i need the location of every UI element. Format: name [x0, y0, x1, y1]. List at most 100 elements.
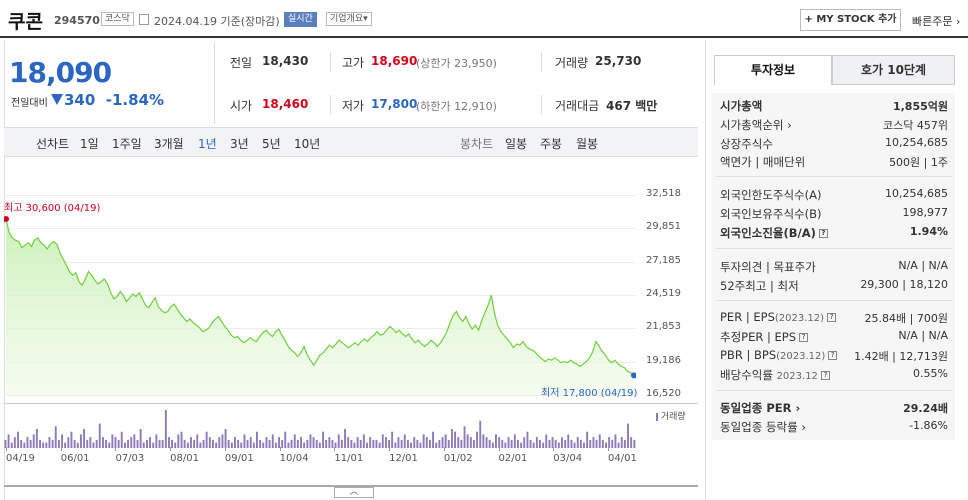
volume-value: 25,730 [595, 54, 642, 68]
volume-bar [586, 431, 589, 448]
x-tick-label: 09/01 [224, 453, 254, 464]
x-tick [608, 447, 609, 451]
volume-bar [102, 437, 104, 448]
volume-bar [564, 439, 567, 448]
x-tick [115, 447, 117, 451]
divider [214, 42, 215, 124]
volume-bar [171, 439, 173, 448]
volume-bar [146, 439, 148, 448]
period-1w[interactable]: 1주일 [112, 135, 142, 152]
quick-order-button[interactable]: 빠른주문 › [912, 13, 960, 29]
sector-change-label[interactable]: 동일업종 등락률 › [720, 419, 806, 435]
volume-bar [523, 437, 526, 448]
x-tick-label: 02/01 [498, 453, 528, 464]
volume-bar [303, 442, 306, 448]
market-cap-rank-label[interactable]: 시가총액순위 › [720, 117, 792, 133]
volume-bar [218, 437, 221, 448]
volume-bar [51, 439, 54, 448]
volume-bar [212, 439, 214, 448]
volume-bar [290, 439, 293, 448]
x-tick-label: 04/19 [6, 453, 35, 464]
divider [716, 390, 952, 391]
period-3y[interactable]: 3년 [230, 135, 249, 152]
x-tick-label: 04/01 [608, 453, 637, 464]
volume-bar [347, 437, 350, 448]
foreign-limit-label: 외국인한도주식수(A) [720, 188, 822, 202]
help-icon[interactable]: ? [828, 351, 838, 360]
volume-bar [535, 437, 538, 448]
x-tick [60, 447, 62, 451]
y-tick-label: 21,853 [646, 321, 681, 333]
stock-name: 쿠콘 [8, 11, 43, 33]
tab-orderbook[interactable]: 호가 10단계 [832, 55, 955, 85]
volume-bar [202, 439, 205, 448]
x-tick [553, 447, 555, 451]
per-value: 25.84배 | 700원 [864, 312, 948, 325]
help-icon[interactable]: ? [818, 229, 828, 238]
tab-invest-info[interactable]: 투자정보 [714, 55, 832, 85]
volume-bar [133, 434, 136, 448]
candle-monthly[interactable]: 월봉 [576, 135, 598, 152]
change-value: 340 -1.84% [64, 91, 165, 109]
shares-label: 상장주식수 [720, 137, 773, 151]
volume-bar [221, 434, 224, 448]
volume-bar [529, 439, 532, 448]
volume-bar [337, 434, 340, 448]
lower-limit: (하한가 12,910) [416, 100, 497, 113]
volume-bar [17, 431, 19, 448]
candle-daily[interactable]: 일봉 [505, 135, 527, 152]
volume-bar [400, 439, 403, 448]
period-3m[interactable]: 3개월 [154, 135, 184, 152]
volume-bar [545, 434, 548, 448]
sector-per-label[interactable]: 동일업종 PER › [720, 400, 800, 416]
chevron-right-icon: › [801, 420, 806, 434]
document-icon [139, 14, 149, 25]
volume-bar [576, 437, 579, 448]
volume-bar [457, 437, 460, 448]
volume-bar [328, 437, 331, 448]
candle-weekly[interactable]: 주봉 [540, 135, 562, 152]
period-1d[interactable]: 1일 [80, 135, 99, 152]
corp-overview-dropdown[interactable]: 기업개요▾ [326, 12, 372, 26]
volume-bar [161, 439, 164, 448]
volume-bar [482, 434, 485, 448]
week52-value: 29,300 | 18,120 [860, 278, 948, 291]
volume-bar [39, 439, 41, 448]
volume-bar [13, 437, 16, 448]
amount-value: 467 백만 [606, 99, 658, 113]
volume-bar [70, 431, 73, 448]
volume-bar [183, 439, 186, 448]
period-10y[interactable]: 10년 [294, 135, 320, 152]
x-tick [389, 447, 391, 451]
volume-bar [331, 439, 334, 448]
line-chart-label: 선차트 [36, 137, 70, 151]
help-icon[interactable]: ? [799, 333, 809, 342]
volume-bar [447, 439, 450, 448]
volume-bar [42, 442, 45, 448]
pbr-label: PBR | BPS(2023.12)? [720, 348, 838, 362]
volume-bar [539, 439, 541, 448]
market-cap-label: 시가총액 [720, 99, 763, 113]
volume-bar [196, 434, 199, 448]
period-5y[interactable]: 5년 [262, 135, 281, 152]
help-icon[interactable]: ? [827, 313, 837, 322]
collapse-chart-button[interactable]: ︿ [334, 487, 374, 498]
realtime-badge[interactable]: 실시간 [284, 12, 317, 27]
volume-bar [595, 439, 598, 448]
volume-bar [617, 442, 620, 448]
volume-bar [256, 431, 258, 448]
add-my-stock-button[interactable]: + MY STOCK 추가 [800, 9, 901, 31]
help-icon[interactable]: ? [820, 371, 830, 380]
volume-bar [589, 439, 592, 448]
divider [330, 95, 331, 115]
volume-bar [158, 439, 161, 448]
volume-bar [532, 442, 535, 448]
volume-bar [29, 439, 32, 448]
volume-bar [274, 442, 277, 448]
period-1y[interactable]: 1년 [198, 135, 217, 152]
volume-bar [95, 439, 98, 448]
x-tick-label: 11/01 [334, 453, 364, 464]
volume-bar [419, 442, 422, 448]
volume-bar [7, 434, 10, 448]
volume-bar [507, 437, 510, 448]
